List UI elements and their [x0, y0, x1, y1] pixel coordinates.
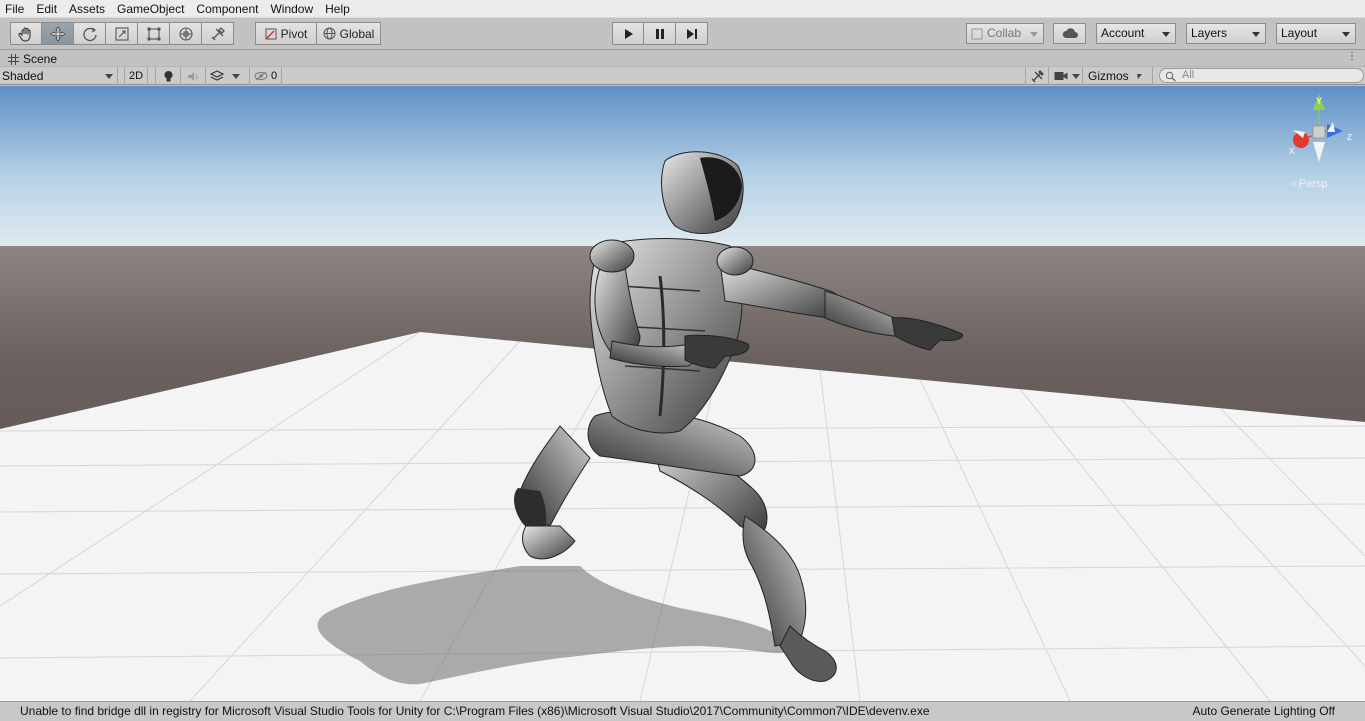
shading-mode-dropdown[interactable]: Shaded [0, 67, 118, 85]
cloud-button[interactable] [1053, 23, 1086, 44]
tools-toggle[interactable] [1025, 67, 1049, 85]
move-tool-button[interactable] [42, 22, 74, 45]
tab-menu-icon[interactable]: ⋮ [1347, 51, 1357, 62]
camera-icon [1054, 72, 1068, 80]
global-label: Global [339, 26, 375, 41]
custom-tool-icon [211, 26, 225, 40]
menu-gameobject[interactable]: GameObject [111, 0, 190, 18]
menu-component[interactable]: Component [190, 0, 264, 18]
chevron-down-icon [105, 73, 113, 79]
lighting-status[interactable]: Auto Generate Lighting Off [1192, 702, 1335, 721]
scene-toolbar: Shaded 2D 0 Gizmos All [0, 66, 1365, 85]
hand-tool-button[interactable] [10, 22, 42, 45]
gizmos-label: Gizmos [1088, 69, 1129, 83]
hand-tool-icon [18, 26, 31, 42]
x-axis-label: X [1289, 147, 1295, 156]
hidden-count: 0 [271, 70, 278, 82]
scene-tab-label: Scene [23, 52, 58, 66]
rect-tool-icon [147, 27, 160, 40]
scene-tab-bar: Scene ⋮ [0, 50, 1365, 67]
scene-render[interactable] [0, 86, 1365, 701]
chevron-down-icon [232, 73, 240, 79]
scene-search-input[interactable]: All [1159, 68, 1364, 83]
hidden-objects-toggle[interactable]: 0 [250, 67, 282, 85]
eye-slash-icon [254, 71, 268, 81]
pause-button[interactable] [644, 22, 676, 45]
pivot-icon [265, 28, 277, 40]
menu-file[interactable]: File [0, 0, 30, 18]
move-tool-icon [49, 25, 66, 42]
search-placeholder: All [1182, 69, 1195, 81]
menu-help[interactable]: Help [319, 0, 356, 18]
play-icon [625, 28, 633, 39]
main-toolbar: Pivot Global Collab Account Layers Layou… [0, 18, 1365, 50]
lighting-toggle[interactable] [155, 67, 181, 85]
step-button[interactable] [676, 22, 708, 45]
rotate-tool-button[interactable] [74, 22, 106, 45]
menu-window[interactable]: Window [264, 0, 319, 18]
menu-edit[interactable]: Edit [30, 0, 63, 18]
mode-2d-label: 2D [128, 70, 144, 82]
chevron-down-icon [1162, 32, 1170, 37]
toggle-2d-button[interactable]: 2D [124, 67, 148, 85]
speaker-icon [187, 71, 197, 81]
globe-icon [323, 27, 336, 40]
grid-icon [8, 53, 19, 65]
menu-bar: File Edit Assets GameObject Component Wi… [0, 0, 1365, 18]
tab-scene[interactable]: Scene [8, 52, 57, 66]
collab-check-icon [971, 28, 983, 39]
cloud-icon [1062, 28, 1078, 38]
transform-tools [10, 22, 234, 45]
chevron-down-icon [1072, 73, 1080, 79]
account-dropdown[interactable]: Account [1096, 23, 1176, 44]
chevron-down-icon [1252, 32, 1260, 37]
gizmos-dropdown[interactable]: Gizmos [1083, 67, 1153, 85]
rotate-tool-icon [82, 26, 97, 41]
pivot-label: Pivot [280, 26, 308, 41]
transform-tool-button[interactable] [170, 22, 202, 45]
search-icon [1165, 71, 1176, 82]
chevron-down-icon [1030, 32, 1038, 37]
projection-label[interactable]: < Persp [1291, 178, 1328, 190]
y-axis-label: Y [1316, 96, 1322, 106]
pivot-group: Pivot Global [255, 22, 381, 45]
step-icon [686, 28, 697, 39]
effects-dropdown[interactable] [206, 67, 250, 85]
transform-tool-icon [178, 26, 193, 41]
orientation-gizmo[interactable]: Y Z X [1281, 92, 1361, 176]
camera-dropdown[interactable] [1049, 67, 1083, 85]
scale-tool-button[interactable] [106, 22, 138, 45]
play-button[interactable] [612, 22, 644, 45]
playback-controls [612, 22, 708, 45]
tools-icon [1031, 69, 1044, 82]
chevron-down-icon [1342, 32, 1350, 37]
status-bar: Unable to find bridge dll in registry fo… [0, 701, 1365, 721]
menu-assets[interactable]: Assets [63, 0, 111, 18]
chevron-down-icon [1136, 73, 1142, 79]
pivot-toggle[interactable]: Pivot [255, 22, 317, 45]
audio-toggle[interactable] [181, 67, 206, 85]
pause-icon [655, 28, 664, 39]
account-label: Account [1101, 26, 1145, 40]
effects-icon [210, 70, 224, 81]
collab-label: Collab [987, 26, 1022, 40]
collab-dropdown[interactable]: Collab [966, 23, 1044, 44]
layout-label: Layout [1281, 26, 1318, 40]
global-toggle[interactable]: Global [317, 22, 381, 45]
light-bulb-icon [164, 70, 172, 81]
layout-dropdown[interactable]: Layout [1276, 23, 1356, 44]
scale-tool-icon [114, 26, 129, 41]
layers-dropdown[interactable]: Layers [1186, 23, 1266, 44]
layers-label: Layers [1191, 26, 1228, 40]
rect-tool-button[interactable] [138, 22, 170, 45]
status-message[interactable]: Unable to find bridge dll in registry fo… [20, 702, 930, 721]
persp-text: Persp [1298, 178, 1328, 190]
scene-viewport[interactable]: Y Z X < Persp [0, 86, 1365, 701]
shading-mode-label: Shaded [2, 69, 44, 83]
z-axis-label: Z [1347, 133, 1352, 142]
custom-tool-button[interactable] [202, 22, 234, 45]
